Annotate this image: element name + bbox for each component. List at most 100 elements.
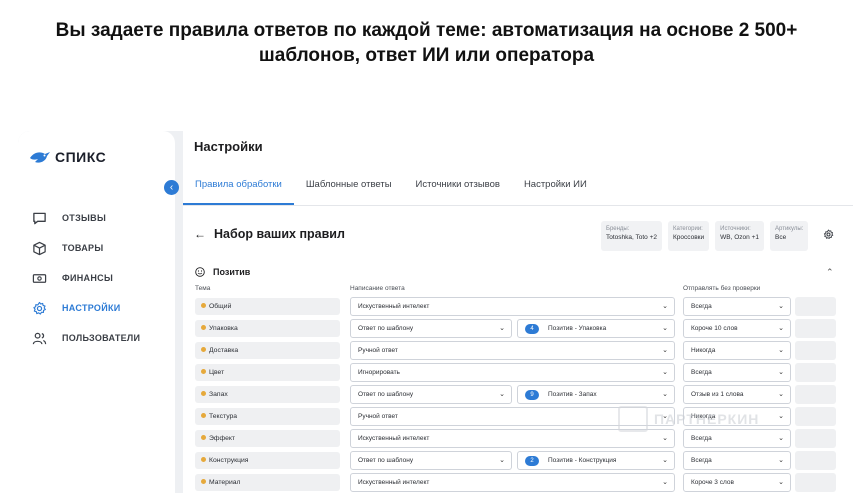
sidebar: СПИКС ‹ ОТЗЫВЫ ТОВАРЫ ФИНАНСЫ НАСТРОЙКИ [18, 131, 179, 493]
sidebar-collapse-button[interactable]: ‹ [164, 180, 179, 195]
positive-dot-icon [201, 325, 206, 330]
theme-cell: Текстура [195, 408, 340, 425]
response-mode-value: Ответ по шаблону [358, 391, 414, 398]
rules-table: Общий Искуственный интелект ⌄ Всегда ⌄ Упаков… [195, 297, 839, 493]
filter-value: Все [775, 234, 787, 241]
chevron-down-icon: ⌄ [778, 347, 784, 354]
row-extra-cell [795, 451, 836, 470]
send-without-check-select[interactable]: Никогда ⌄ [683, 341, 791, 360]
chevron-down-icon: ⌄ [499, 325, 505, 332]
filter-label: Артикулы: [775, 226, 804, 232]
tab-template-answers[interactable]: Шаблонные ответы [294, 175, 404, 204]
banknote-icon [32, 273, 47, 283]
section-header[interactable]: Позитив [195, 267, 250, 277]
headline-line-2: шаблонов, ответ ИИ или оператора [258, 45, 595, 66]
row-extra-cell [795, 429, 836, 448]
send-value: Отзыв из 1 слова [691, 391, 744, 398]
response-mode-select[interactable]: Ответ по шаблону ⌄ [350, 319, 512, 338]
app-window: СПИКС ‹ ОТЗЫВЫ ТОВАРЫ ФИНАНСЫ НАСТРОЙКИ [18, 131, 853, 493]
template-value: Позитив - Запах [548, 391, 597, 398]
filter-settings-gear-icon[interactable] [823, 229, 834, 240]
response-mode-select[interactable]: Искуственный интелект ⌄ [350, 297, 675, 316]
gear-icon [33, 301, 46, 315]
sidebar-item-settings[interactable]: НАСТРОЙКИ [32, 293, 172, 323]
watermark-logo-icon [618, 406, 648, 432]
response-mode-select[interactable]: Ответ по шаблону ⌄ [350, 385, 512, 404]
chevron-left-icon: ‹ [169, 182, 174, 193]
sidebar-item-users[interactable]: ПОЛЬЗОВАТЕЛИ [32, 323, 172, 353]
tab-ai-settings[interactable]: Настройки ИИ [512, 175, 599, 204]
positive-dot-icon [201, 435, 206, 440]
sidebar-item-products[interactable]: ТОВАРЫ [32, 233, 172, 263]
send-without-check-select[interactable]: Отзыв из 1 слова ⌄ [683, 385, 791, 404]
theme-cell: Общий [195, 298, 340, 315]
template-count-badge: 9 [525, 390, 539, 400]
headline: Вы задаете правила ответов по каждой тем… [0, 18, 853, 68]
chevron-down-icon: ⌄ [778, 391, 784, 398]
column-header-response: Написание ответа [350, 285, 405, 292]
template-value: Позитив - Упаковка [548, 325, 607, 332]
sidebar-item-reviews[interactable]: ОТЗЫВЫ [32, 203, 172, 233]
box-icon [33, 241, 46, 255]
section-title: Позитив [213, 267, 251, 277]
chevron-down-icon: ⌄ [662, 457, 668, 464]
template-select[interactable]: 9 Позитив - Запах ⌄ [517, 385, 675, 404]
send-without-check-select[interactable]: Короче 10 слов ⌄ [683, 319, 791, 338]
positive-dot-icon [201, 303, 206, 308]
response-mode-select[interactable]: Игнорировать ⌄ [350, 363, 675, 382]
send-value: Всегда [691, 457, 712, 464]
chevron-down-icon: ⌄ [662, 479, 668, 486]
chevron-up-icon[interactable]: ⌃ [826, 267, 834, 278]
filter-articles[interactable]: Артикулы: Все [770, 221, 809, 251]
response-mode-select[interactable]: Искуственный интелект ⌄ [350, 473, 675, 492]
filter-value: Totoshka, Toto +2 [606, 234, 658, 241]
filter-sources[interactable]: Источники: WB, Ozon +1 [715, 221, 764, 251]
send-value: Всегда [691, 303, 712, 310]
response-mode-value: Ответ по шаблону [358, 325, 414, 332]
response-mode-select[interactable]: Ответ по шаблону ⌄ [350, 451, 512, 470]
chevron-down-icon: ⌄ [662, 347, 668, 354]
tab-processing-rules[interactable]: Правила обработки [183, 175, 294, 205]
send-without-check-select[interactable]: Всегда ⌄ [683, 451, 791, 470]
chat-icon [33, 212, 46, 224]
response-mode-value: Игнорировать [358, 369, 400, 376]
watermark: ПАРТНЕРКИН [618, 404, 798, 434]
filter-categories[interactable]: Категории: Кроссовки [668, 221, 710, 251]
theme-cell: Эффект [195, 430, 340, 447]
chevron-down-icon: ⌄ [662, 325, 668, 332]
sidebar-item-finance[interactable]: ФИНАНСЫ [32, 263, 172, 293]
chevron-down-icon: ⌄ [662, 369, 668, 376]
theme-label: Текстура [209, 413, 238, 420]
table-row: Упаковка Ответ по шаблону ⌄ 4 Позитив - Упак… [195, 319, 839, 341]
send-without-check-select[interactable]: Всегда ⌄ [683, 297, 791, 316]
logo[interactable]: СПИКС [29, 149, 106, 165]
theme-label: Упаковка [209, 325, 238, 332]
table-row: Цвет Игнорировать ⌄ Всегда ⌄ [195, 363, 839, 385]
column-header-send: Отправлять без проверки [683, 285, 761, 292]
response-mode-select[interactable]: Ручной ответ ⌄ [350, 341, 675, 360]
response-mode-value: Ответ по шаблону [358, 457, 414, 464]
send-without-check-select[interactable]: Короче 3 слов ⌄ [683, 473, 791, 492]
send-without-check-select[interactable]: Всегда ⌄ [683, 363, 791, 382]
sidebar-item-label: ФИНАНСЫ [62, 273, 114, 283]
brand-name: СПИКС [55, 149, 107, 165]
filter-brands[interactable]: Бренды: Totoshka, Toto +2 [601, 221, 663, 251]
sidebar-item-label: ПОЛЬЗОВАТЕЛИ [62, 333, 141, 343]
headline-line-1: Вы задаете правила ответов по каждой тем… [55, 20, 798, 41]
response-mode-value: Искуственный интелект [358, 303, 430, 310]
users-icon [32, 332, 47, 344]
chevron-down-icon: ⌄ [662, 303, 668, 310]
template-select[interactable]: 4 Позитив - Упаковка ⌄ [517, 319, 675, 338]
theme-label: Общий [209, 303, 232, 310]
row-extra-cell [795, 363, 836, 382]
tab-review-sources[interactable]: Источники отзывов [404, 175, 512, 204]
response-mode-value: Искуственный интелект [358, 435, 430, 442]
filter-label: Категории: [673, 226, 703, 232]
row-extra-cell [795, 473, 836, 492]
arrow-left-icon[interactable]: ← [194, 227, 206, 241]
template-select[interactable]: 2 Позитив - Конструкция ⌄ [517, 451, 675, 470]
theme-label: Цвет [209, 369, 225, 376]
row-extra-cell [795, 341, 836, 360]
main-panel: Настройки Правила обработки Шаблонные от… [183, 131, 853, 493]
send-value: Никогда [691, 347, 716, 354]
